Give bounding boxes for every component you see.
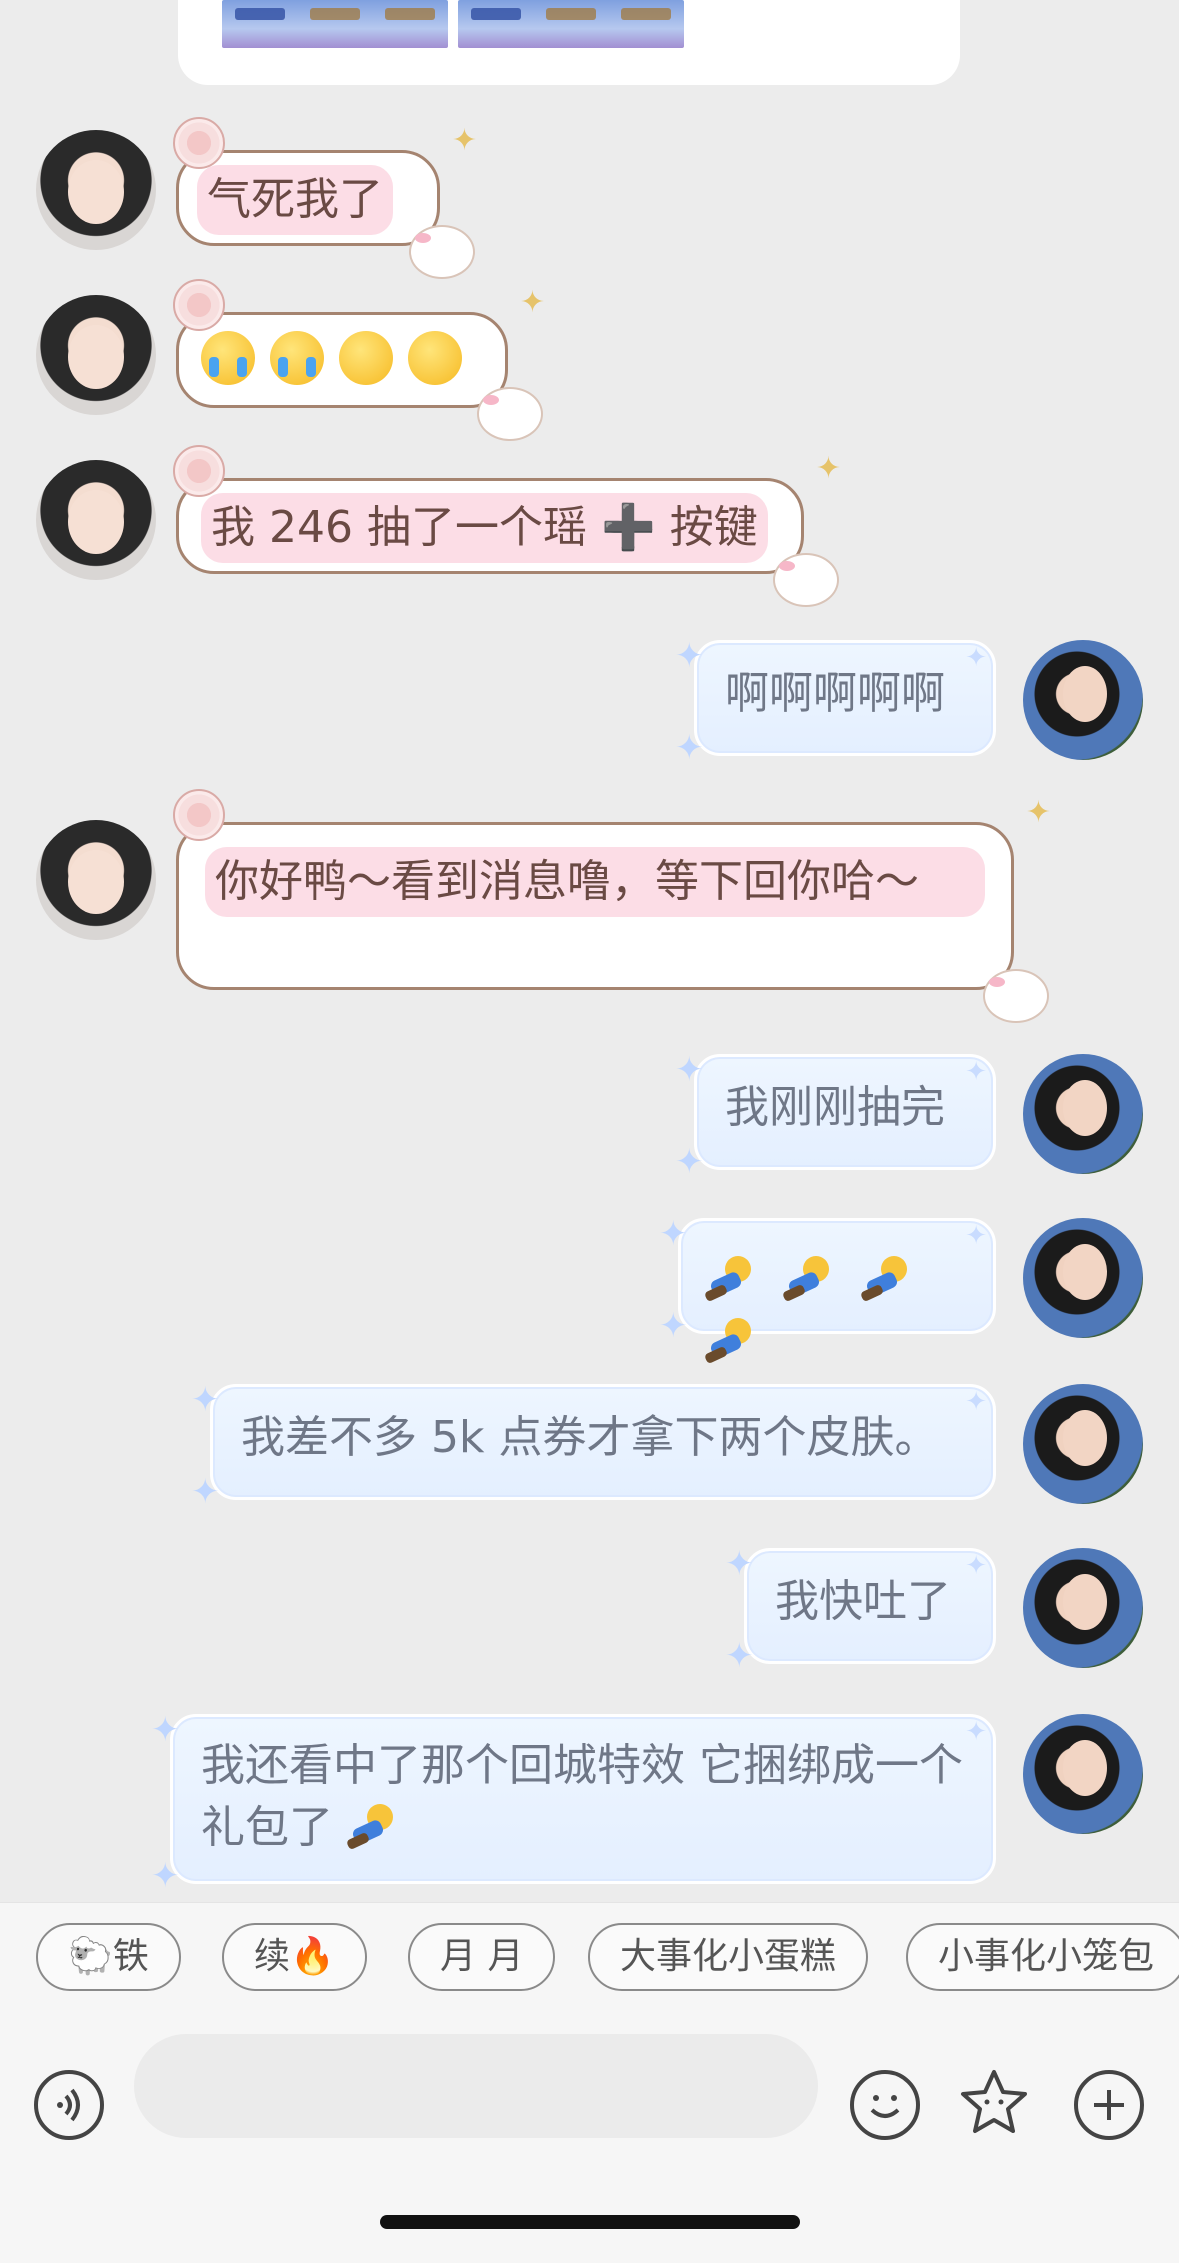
- sheep-sticker-decoration: [477, 387, 543, 441]
- person-running-emoji: [703, 1256, 757, 1308]
- star-decoration: ✦: [151, 1856, 180, 1896]
- contact-avatar[interactable]: [36, 295, 156, 415]
- star-decoration: ✦: [191, 1472, 220, 1512]
- star-decoration: ✦: [675, 1050, 704, 1090]
- sheep-sticker-decoration: [773, 553, 839, 607]
- my-avatar[interactable]: [1023, 1714, 1143, 1834]
- my-avatar[interactable]: [1023, 1054, 1143, 1174]
- chat-area: ✦ 气死我了 ✦ ✦ 我 246 抽了一个瑶 ➕ 按键 ✦ ✦ ✦ 啊啊啊啊啊 …: [0, 0, 1179, 1900]
- contact-avatar[interactable]: [36, 820, 156, 940]
- star-decoration: ✦: [965, 1717, 987, 1747]
- fearful-emoji: [339, 331, 394, 385]
- loudly-crying-emoji: [201, 331, 255, 385]
- star-decoration: ✦: [659, 1214, 688, 1254]
- contact-avatar[interactable]: [36, 460, 156, 580]
- quick-reply-chip[interactable]: 月 月: [408, 1923, 556, 1991]
- message-bubble-sent[interactable]: ✦ ✦ ✦ 啊啊啊啊啊: [675, 636, 996, 768]
- star-decoration: ✦: [659, 1306, 688, 1346]
- sheep-sticker-decoration: [409, 225, 475, 279]
- my-avatar[interactable]: [1023, 1384, 1143, 1504]
- message-bubble-sent[interactable]: ✦ ✦ ✦ 我快吐了: [725, 1544, 996, 1676]
- star-decoration: ✦: [965, 1387, 987, 1417]
- star-decoration: ✦: [725, 1544, 754, 1584]
- star-decoration: ✦: [675, 728, 704, 768]
- sheep-sticker-decoration: [983, 969, 1049, 1023]
- star-decoration: ✦: [725, 1636, 754, 1676]
- message-bubble-sent[interactable]: ✦ ✦ ✦ 我刚刚抽完: [675, 1050, 996, 1182]
- my-avatar[interactable]: [1023, 1218, 1143, 1338]
- star-decoration: ✦: [151, 1710, 180, 1750]
- message-text: 啊啊啊啊啊: [725, 668, 945, 719]
- star-decoration: ✦: [965, 1551, 987, 1581]
- message-input[interactable]: [134, 2034, 818, 2138]
- person-running-emoji: [781, 1256, 835, 1308]
- rose-decoration: [173, 445, 225, 497]
- message-bubble-sent[interactable]: ✦ ✦ ✦ 我还看中了那个回城特效 它捆绑成一个礼包了: [151, 1710, 996, 1896]
- message-bubble-received[interactable]: ✦ 我 246 抽了一个瑶 ➕ 按键: [173, 445, 841, 607]
- quick-reply-chip[interactable]: 小事化小笼包: [906, 1923, 1179, 1991]
- sticker-star-icon[interactable]: [956, 2066, 1032, 2142]
- star-decoration: ✦: [965, 1221, 987, 1251]
- add-icon[interactable]: [1074, 2070, 1144, 2140]
- contact-avatar[interactable]: [36, 130, 156, 250]
- message-text: 我差不多 5k 点券才拿下两个皮肤。: [241, 1412, 939, 1463]
- emoji-face-icon[interactable]: [850, 2070, 920, 2140]
- sparkle-decoration: ✦: [519, 285, 545, 320]
- screenshot-thumbnail[interactable]: [458, 0, 684, 48]
- message-bubble-sent[interactable]: ✦ ✦ ✦ 我差不多 5k 点券才拿下两个皮肤。: [191, 1380, 996, 1512]
- voice-icon[interactable]: [34, 2070, 104, 2140]
- sparkle-decoration: ✦: [1025, 795, 1051, 830]
- quick-reply-chip[interactable]: 🐑铁: [36, 1923, 181, 1991]
- message-text: 我 246 抽了一个瑶 ➕ 按键: [201, 493, 768, 563]
- star-decoration: ✦: [965, 643, 987, 673]
- message-text: 我刚刚抽完: [725, 1082, 945, 1133]
- message-bubble-sent[interactable]: ✦ ✦ ✦: [659, 1214, 996, 1365]
- rose-decoration: [173, 279, 225, 331]
- screenshot-thumbnail[interactable]: [222, 0, 448, 48]
- fearful-emoji: [408, 331, 463, 385]
- message-bubble-received[interactable]: ✦: [173, 279, 545, 441]
- message-text: 我还看中了那个回城特效 它捆绑成一个礼包了: [201, 1740, 963, 1853]
- person-running-emoji: [703, 1318, 757, 1370]
- star-decoration: ✦: [191, 1380, 220, 1420]
- sparkle-decoration: ✦: [451, 123, 477, 158]
- loudly-crying-emoji: [270, 331, 325, 385]
- rose-decoration: [173, 789, 225, 841]
- sparkle-decoration: ✦: [815, 451, 841, 486]
- my-avatar[interactable]: [1023, 1548, 1143, 1668]
- person-running-emoji: [859, 1256, 913, 1308]
- my-avatar[interactable]: [1023, 640, 1143, 760]
- message-text: 气死我了: [197, 165, 393, 235]
- quick-reply-chip[interactable]: 大事化小蛋糕: [588, 1923, 869, 1991]
- home-indicator[interactable]: [380, 2215, 800, 2229]
- message-text: 我快吐了: [775, 1576, 951, 1627]
- star-decoration: ✦: [675, 1142, 704, 1182]
- message-bubble-received[interactable]: ✦ 气死我了: [173, 117, 477, 279]
- person-running-emoji: [345, 1804, 399, 1856]
- message-text: 你好鸭～看到消息噜，等下回你哈～: [205, 847, 985, 917]
- rose-decoration: [173, 117, 225, 169]
- quick-reply-chip[interactable]: 续🔥: [222, 1923, 367, 1991]
- quick-reply-bar: 🐑铁 续🔥 月 月 大事化小蛋糕 小事化小笼包: [0, 1902, 1179, 2023]
- message-bubble-received[interactable]: ✦ 你好鸭～看到消息噜，等下回你哈～: [173, 789, 1051, 1023]
- star-decoration: ✦: [675, 636, 704, 676]
- star-decoration: ✦: [965, 1057, 987, 1087]
- previous-image-card[interactable]: [178, 0, 960, 85]
